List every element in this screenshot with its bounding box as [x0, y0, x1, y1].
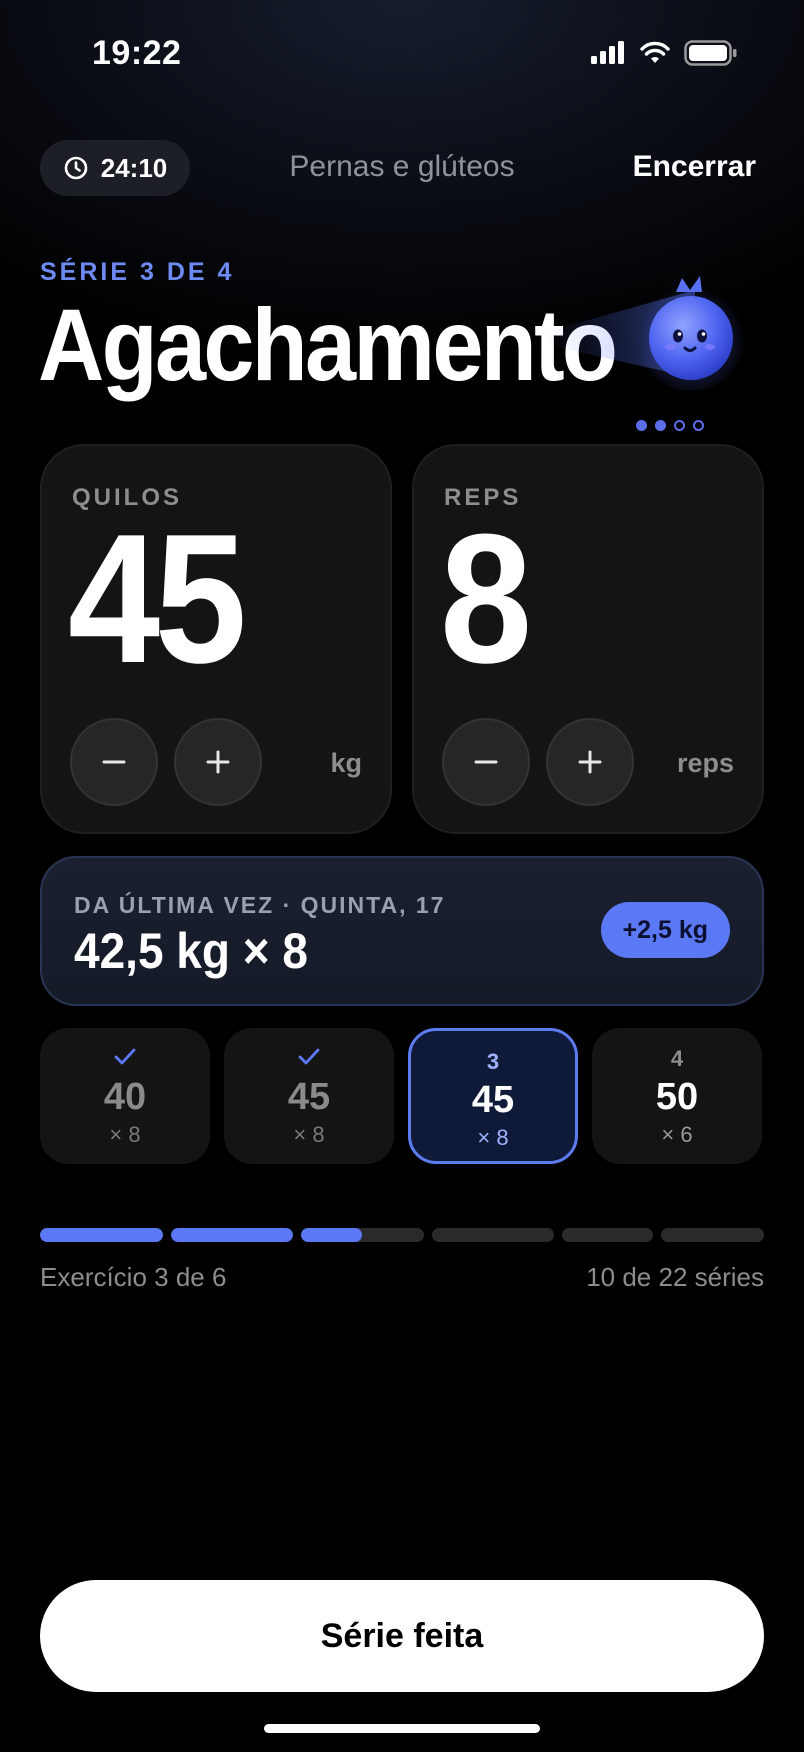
weight-decrease-button[interactable] [70, 718, 158, 806]
weight-unit: kg [330, 748, 362, 778]
status-time: 19:22 [92, 34, 182, 72]
last-time-card: DA ÚLTIMA VEZ · QUINTA, 17 42,5 kg × 8 +… [40, 856, 764, 1006]
reps-increase-button[interactable] [546, 718, 634, 806]
cellular-signal-icon [591, 41, 624, 64]
set-weight: 45 [471, 1079, 515, 1121]
set-reps: × 8 [477, 1125, 509, 1150]
exercise-progress-label: Exercício 3 de 6 [40, 1262, 227, 1292]
status-bar: 19:22 [0, 0, 804, 110]
carousel-dot[interactable] [655, 420, 666, 431]
weight-increase-button[interactable] [174, 718, 262, 806]
set-marker [224, 1046, 394, 1072]
set-reps: × 8 [293, 1122, 325, 1147]
carousel-dot[interactable] [693, 420, 704, 431]
progress-segment-fill [301, 1228, 363, 1242]
set-tile-1[interactable]: 40 × 8 [40, 1028, 210, 1164]
carousel-dot[interactable] [636, 420, 647, 431]
progress-segment [40, 1228, 163, 1242]
workout-screen: 19:22 24:10 Pernas e glúteos Encerrar SÉ… [0, 0, 804, 1752]
blue-blob-mascot [636, 276, 746, 391]
checkmark-icon [298, 1048, 320, 1065]
set-number: 4 [670, 1046, 684, 1071]
progress-segment [661, 1228, 764, 1242]
set-reps: × 8 [109, 1122, 141, 1147]
reps-card: REPS 8 reps [412, 444, 764, 834]
minus-icon [474, 760, 498, 764]
set-counter-label: SÉRIE 3 DE 4 [40, 258, 235, 286]
reps-value: 8 [440, 495, 532, 701]
reps-decrease-button[interactable] [442, 718, 530, 806]
set-tile-4[interactable]: 4 50 × 6 [592, 1028, 762, 1164]
set-reps: × 6 [661, 1122, 693, 1147]
set-weight: 45 [287, 1076, 331, 1118]
end-workout-button[interactable]: Encerrar [633, 150, 756, 184]
set-tile-3[interactable]: 3 45 × 8 [408, 1028, 578, 1164]
plus-icon [206, 750, 230, 774]
carousel-dot[interactable] [674, 420, 685, 431]
progress-segment [301, 1228, 424, 1242]
set-marker [40, 1046, 210, 1072]
reps-unit: reps [676, 748, 734, 778]
workout-progress-bar [40, 1228, 764, 1242]
set-tile-2[interactable]: 45 × 8 [224, 1028, 394, 1164]
weight-card: QUILOS 45 kg [40, 444, 392, 834]
exercise-title: Agachamento [38, 288, 618, 402]
minus-icon [102, 760, 126, 764]
checkmark-icon [114, 1048, 136, 1065]
plus-icon [578, 750, 602, 774]
weight-delta-badge: +2,5 kg [600, 902, 730, 958]
status-icons [590, 40, 738, 66]
last-time-value: 42,5 kg × 8 [74, 923, 309, 979]
weight-value: 45 [68, 495, 247, 701]
progress-segment [170, 1228, 294, 1242]
last-time-label: DA ÚLTIMA VEZ · QUINTA, 17 [74, 892, 446, 918]
set-weight: 50 [655, 1076, 699, 1118]
progress-segment-fill [170, 1228, 294, 1242]
set-done-button[interactable]: Série feita [40, 1580, 764, 1692]
battery-icon [684, 40, 737, 66]
set-number: 3 [486, 1049, 500, 1074]
carousel-dots [636, 420, 704, 431]
home-indicator [264, 1724, 540, 1733]
progress-segment [431, 1228, 555, 1242]
set-weight: 40 [103, 1076, 147, 1118]
progress-segment-fill [40, 1228, 163, 1242]
sets-progress-label: 10 de 22 séries [586, 1262, 764, 1292]
wifi-icon [640, 41, 670, 63]
progress-segment [562, 1228, 654, 1242]
